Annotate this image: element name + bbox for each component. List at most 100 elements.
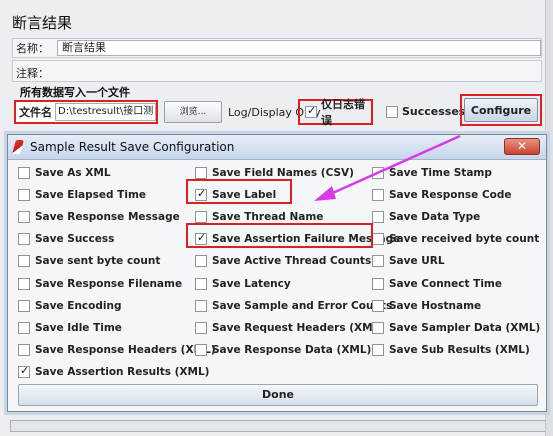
option-label: Save Idle Time bbox=[35, 321, 122, 334]
option-label: Save Response Data (XML) bbox=[212, 343, 372, 356]
option-label: Save Response Headers (XML) bbox=[35, 343, 216, 356]
successes-option: Successes bbox=[386, 105, 465, 118]
option-save-time-stamp[interactable]: Save Time Stamp bbox=[372, 165, 492, 181]
option-label: Save received byte count bbox=[389, 233, 540, 246]
option-label: Save Time Stamp bbox=[389, 167, 492, 179]
dialog-title-bar[interactable]: Sample Result Save Configuration ✕ bbox=[8, 135, 546, 160]
option-label: Save Encoding bbox=[35, 299, 122, 312]
option-label: Save Sampler Data (XML) bbox=[389, 321, 541, 334]
option-save-response-message[interactable]: Save Response Message bbox=[18, 209, 180, 225]
checkbox[interactable] bbox=[372, 233, 384, 246]
checkbox[interactable] bbox=[195, 255, 207, 268]
comment-field[interactable]: 注释： bbox=[12, 60, 542, 82]
option-save-response-filename[interactable]: Save Response Filename bbox=[18, 276, 182, 292]
option-save-success[interactable]: Save Success bbox=[18, 231, 114, 247]
horizontal-scrollbar[interactable] bbox=[10, 420, 550, 432]
checkbox[interactable] bbox=[18, 299, 30, 312]
option-save-hostname[interactable]: Save Hostname bbox=[372, 298, 481, 314]
checkbox[interactable] bbox=[18, 321, 30, 334]
page-title: 断言结果 bbox=[12, 14, 73, 32]
filename-field[interactable]: D:\testresult\接口测 bbox=[55, 103, 156, 121]
checkbox[interactable] bbox=[195, 167, 207, 179]
checkbox[interactable] bbox=[372, 211, 384, 224]
checkbox[interactable] bbox=[372, 299, 384, 312]
checkbox[interactable] bbox=[372, 277, 384, 290]
checkbox[interactable] bbox=[18, 277, 30, 290]
option-label: Save Sub Results (XML) bbox=[389, 343, 530, 356]
option-label: Save Response Code bbox=[389, 189, 512, 202]
option-label: Save URL bbox=[389, 255, 445, 268]
option-save-received-byte-count[interactable]: Save received byte count bbox=[372, 231, 539, 247]
option-label: Save As XML bbox=[35, 167, 111, 179]
option-label: Save Elapsed Time bbox=[35, 189, 147, 202]
name-label: 名称： bbox=[16, 42, 49, 55]
close-button[interactable]: ✕ bbox=[504, 138, 540, 155]
option-save-sent-byte-count[interactable]: Save sent byte count bbox=[18, 253, 160, 269]
option-save-latency[interactable]: Save Latency bbox=[195, 276, 291, 292]
option-label: Save Connect Time bbox=[389, 277, 502, 290]
option-label: Save Response Message bbox=[35, 211, 180, 224]
option-save-elapsed-time[interactable]: Save Elapsed Time bbox=[18, 187, 146, 203]
file-row: 文件名 D:\testresult\接口测 浏览... Log/Display … bbox=[14, 94, 544, 128]
checkbox[interactable] bbox=[18, 189, 30, 202]
save-config-dialog: Sample Result Save Configuration ✕ Save … bbox=[7, 134, 547, 412]
option-label: Save Sample and Error Counts bbox=[212, 299, 393, 312]
name-row: 名称： 断言结果 bbox=[12, 38, 542, 58]
checkbox[interactable] bbox=[372, 343, 384, 356]
option-label: Save Active Thread Counts bbox=[212, 255, 372, 268]
option-save-response-code[interactable]: Save Response Code bbox=[372, 187, 512, 203]
option-label: Save sent byte count bbox=[35, 255, 161, 268]
option-label: Save Data Type bbox=[389, 211, 481, 224]
option-label: Save Field Names (CSV) bbox=[212, 167, 354, 179]
checkbox[interactable] bbox=[372, 321, 384, 334]
jmeter-feather-icon bbox=[12, 140, 24, 154]
checkbox[interactable] bbox=[18, 211, 30, 224]
option-save-response-headers-xml[interactable]: Save Response Headers (XML) bbox=[18, 342, 216, 358]
option-label: Save Hostname bbox=[389, 299, 482, 312]
checkbox[interactable] bbox=[372, 255, 384, 268]
successes-label: Successes bbox=[402, 105, 466, 118]
option-save-encoding[interactable]: Save Encoding bbox=[18, 298, 121, 314]
errors-only-highlight: 仅日志错误 bbox=[298, 98, 373, 127]
checkbox[interactable] bbox=[18, 364, 30, 378]
option-save-connect-time[interactable]: Save Connect Time bbox=[372, 276, 502, 292]
checkbox[interactable] bbox=[372, 189, 384, 202]
checkbox[interactable] bbox=[18, 233, 30, 246]
option-label: Save Response Filename bbox=[35, 277, 183, 290]
comment-label: 注释： bbox=[16, 67, 49, 80]
option-save-active-thread-counts[interactable]: Save Active Thread Counts bbox=[195, 253, 371, 269]
checkbox[interactable] bbox=[195, 299, 207, 312]
checkbox[interactable] bbox=[195, 211, 207, 224]
option-save-assertion-results-xml[interactable]: Save Assertion Results (XML) bbox=[18, 364, 209, 380]
option-label: Save Request Headers (XML) bbox=[212, 321, 385, 334]
checkbox[interactable] bbox=[195, 321, 207, 334]
save-label-highlight bbox=[186, 179, 292, 204]
option-label: Save Thread Name bbox=[212, 211, 324, 224]
options-grid: Save As XML Save Elapsed Time Save Respons… bbox=[18, 163, 540, 385]
checkbox[interactable] bbox=[195, 277, 207, 290]
configure-button[interactable]: Configure bbox=[464, 98, 538, 122]
name-field[interactable]: 断言结果 bbox=[57, 40, 541, 56]
option-save-idle-time[interactable]: Save Idle Time bbox=[18, 320, 122, 336]
checkbox[interactable] bbox=[18, 255, 30, 268]
option-save-sample-and-error-counts[interactable]: Save Sample and Error Counts bbox=[195, 298, 392, 314]
configure-highlight: Configure bbox=[460, 94, 542, 126]
checkbox[interactable] bbox=[18, 343, 30, 356]
option-save-data-type[interactable]: Save Data Type bbox=[372, 209, 480, 225]
done-button[interactable]: Done bbox=[18, 384, 538, 406]
errors-only-checkbox[interactable] bbox=[305, 104, 317, 118]
option-save-as-xml[interactable]: Save As XML bbox=[18, 165, 111, 181]
successes-checkbox[interactable] bbox=[386, 105, 398, 118]
option-save-sampler-data-xml[interactable]: Save Sampler Data (XML) bbox=[372, 320, 540, 336]
checkbox[interactable] bbox=[18, 167, 30, 179]
option-save-response-data-xml[interactable]: Save Response Data (XML) bbox=[195, 342, 371, 358]
checkbox[interactable] bbox=[372, 167, 384, 179]
checkbox[interactable] bbox=[195, 343, 207, 356]
option-save-request-headers-xml[interactable]: Save Request Headers (XML) bbox=[195, 320, 384, 336]
option-save-url[interactable]: Save URL bbox=[372, 253, 445, 269]
errors-only-label: 仅日志错误 bbox=[321, 98, 365, 127]
option-save-sub-results-xml[interactable]: Save Sub Results (XML) bbox=[372, 342, 530, 358]
filename-highlight: 文件名 D:\testresult\接口测 bbox=[14, 100, 158, 124]
browse-button[interactable]: 浏览... bbox=[164, 101, 222, 123]
option-label: Save Success bbox=[35, 233, 115, 246]
